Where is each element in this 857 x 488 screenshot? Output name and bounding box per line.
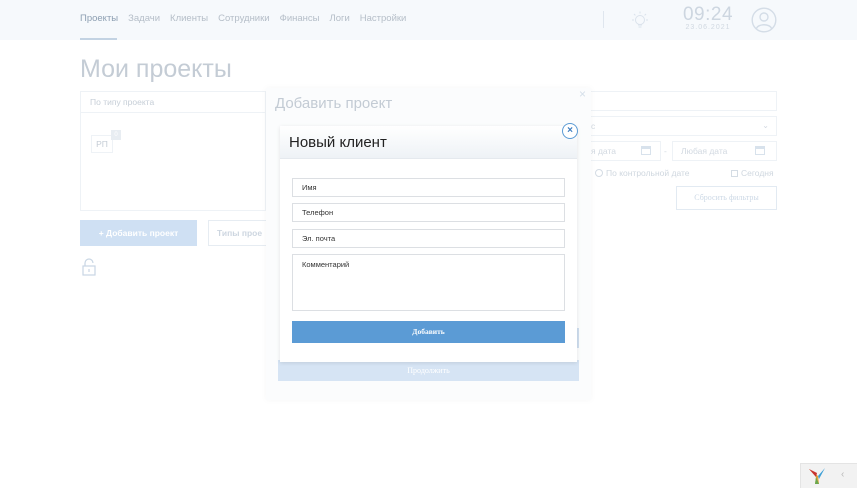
lightbulb-icon[interactable]	[631, 11, 649, 31]
project-types-button[interactable]: Типы прое	[208, 220, 266, 246]
page-title: Мои проекты	[80, 55, 232, 83]
control-date-label: По контрольной дате	[606, 168, 690, 178]
date-from-input[interactable]: я дата	[589, 141, 661, 161]
clock-date: 23.06.2021	[685, 24, 731, 31]
reset-filters-button[interactable]: Сбросить фильтры	[676, 186, 777, 210]
new-client-modal-title: Новый клиент	[289, 134, 387, 151]
filter-label: По типу проекта	[90, 97, 155, 107]
filter-input-top[interactable]	[589, 91, 777, 111]
nav-active-underline	[80, 38, 117, 40]
today-label: Сегодня	[741, 168, 774, 178]
date-range-dash: -	[664, 146, 667, 156]
nav-item-settings[interactable]: Настройки	[360, 13, 407, 24]
header-divider	[603, 11, 604, 28]
new-client-modal-header: Новый клиент	[280, 126, 577, 159]
clock-time: 09:24	[682, 4, 734, 25]
today-checkbox[interactable]: Сегодня	[731, 168, 774, 178]
filter-divider	[81, 112, 265, 113]
continue-button[interactable]: Продолжить	[278, 360, 579, 381]
project-type-tag-badge: 0	[111, 130, 121, 140]
project-type-filter-panel: По типу проекта РП 0	[80, 91, 266, 211]
add-project-modal-title: Добавить проект	[275, 95, 393, 112]
main-nav: Проекты Задачи Клиенты Сотрудники Финанс…	[80, 13, 416, 24]
project-type-tag[interactable]: РП	[91, 135, 113, 153]
calendar-icon[interactable]	[755, 146, 765, 155]
control-date-radio[interactable]: По контрольной дате	[595, 168, 690, 178]
unlock-icon[interactable]	[82, 258, 96, 276]
chevron-left-icon[interactable]: ‹	[841, 469, 844, 480]
close-icon[interactable]: ×	[562, 123, 578, 139]
name-field[interactable]: Имя	[292, 178, 565, 197]
date-from-value: я дата	[591, 146, 616, 156]
debug-toolbar[interactable]: ‹	[800, 463, 857, 488]
date-to-input[interactable]: Любая дата	[672, 141, 777, 161]
comment-textarea[interactable]: Комментарий	[292, 254, 565, 311]
new-client-modal: Новый клиент × Имя Телефон Эл. почта Ком…	[280, 123, 578, 362]
filter-select-value: с	[591, 121, 596, 131]
add-client-button[interactable]: Добавить	[292, 321, 565, 343]
phone-field[interactable]: Телефон	[292, 203, 565, 222]
nav-item-finance[interactable]: Финансы	[280, 13, 320, 24]
user-avatar-icon[interactable]	[751, 7, 777, 33]
yii-logo-icon[interactable]	[807, 467, 827, 486]
top-header: Проекты Задачи Клиенты Сотрудники Финанс…	[0, 0, 857, 40]
close-icon[interactable]: ×	[579, 87, 586, 101]
nav-item-tasks[interactable]: Задачи	[128, 13, 160, 24]
email-field[interactable]: Эл. почта	[292, 229, 565, 248]
chevron-down-icon: ⌄	[762, 121, 769, 130]
nav-item-clients[interactable]: Клиенты	[170, 13, 208, 24]
nav-item-employees[interactable]: Сотрудники	[218, 13, 269, 24]
checkbox-icon	[731, 170, 738, 177]
radio-circle-icon	[595, 169, 603, 177]
date-to-value: Любая дата	[681, 146, 728, 156]
nav-item-logs[interactable]: Логи	[329, 13, 349, 24]
add-project-button[interactable]: + Добавить проект	[80, 220, 197, 246]
nav-item-projects[interactable]: Проекты	[80, 13, 118, 24]
filter-select[interactable]: с ⌄	[589, 116, 777, 136]
calendar-icon[interactable]	[641, 146, 651, 155]
